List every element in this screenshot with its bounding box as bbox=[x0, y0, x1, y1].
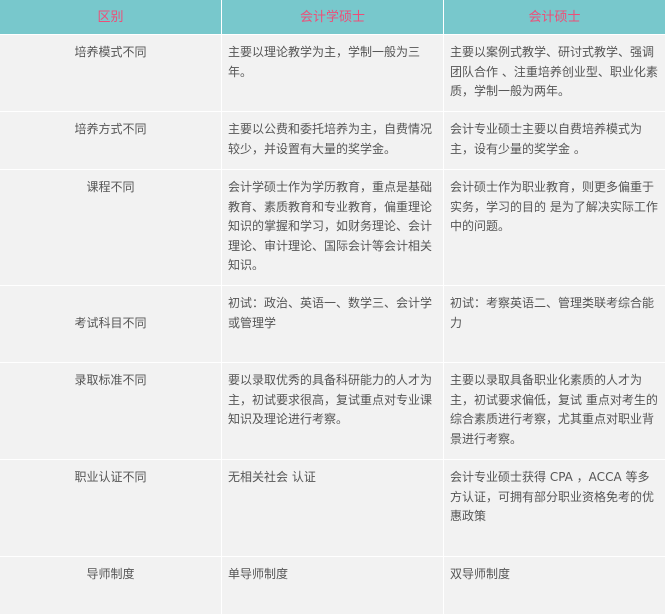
row-professional: 双导师制度 bbox=[444, 557, 665, 615]
row-academic: 主要以公费和委托培养为主，自费情况较少，并设置有大量的奖学金。 bbox=[222, 112, 444, 170]
row-professional: 会计硕士作为职业教育，则更多偏重于实务，学习的目的 是为了解决实际工作中的问题。 bbox=[444, 170, 665, 286]
row-aspect: 培养方式不同 bbox=[0, 112, 222, 170]
row-professional: 会计专业硕士获得 CPA ，ACCA 等多方认证，可拥有部分职业资格免考的优惠政… bbox=[444, 460, 665, 557]
row-aspect: 录取标准不同 bbox=[0, 363, 222, 460]
header-professional-master: 会计硕士 bbox=[444, 0, 665, 35]
row-academic: 初试：政治、英语一、数学三、会计学或管理学 bbox=[222, 286, 444, 363]
header-academic-master: 会计学硕士 bbox=[222, 0, 444, 35]
row-academic: 会计学硕士作为学历教育，重点是基础教育、素质教育和专业教育，偏重理论知识的掌握和… bbox=[222, 170, 444, 286]
row-aspect: 考试科目不同 bbox=[0, 286, 222, 363]
row-professional: 初试：考察英语二、管理类联考综合能力 bbox=[444, 286, 665, 363]
row-academic: 单导师制度 bbox=[222, 557, 444, 615]
row-professional: 会计专业硕士主要以自费培养模式为主，设有少量的奖学金 。 bbox=[444, 112, 665, 170]
row-professional: 主要以录取具备职业化素质的人才为主，初试要求偏低，复试 重点对考生的综合素质进行… bbox=[444, 363, 665, 460]
row-aspect: 培养模式不同 bbox=[0, 35, 222, 112]
row-academic: 无相关社会 认证 bbox=[222, 460, 444, 557]
row-academic: 主要以理论教学为主，学制一般为三年。 bbox=[222, 35, 444, 112]
row-aspect: 导师制度 bbox=[0, 557, 222, 615]
header-aspect: 区别 bbox=[0, 0, 222, 35]
row-professional: 主要以案例式教学、研讨式教学、强调团队合作 、注重培养创业型、职业化素质，学制一… bbox=[444, 35, 665, 112]
row-academic: 要以录取优秀的具备科研能力的人才为主，初试要求很高，复试重点对专业课知识及理论进… bbox=[222, 363, 444, 460]
row-aspect: 职业认证不同 bbox=[0, 460, 222, 557]
row-aspect: 课程不同 bbox=[0, 170, 222, 286]
comparison-table: 区别 会计学硕士 会计硕士 培养模式不同 主要以理论教学为主，学制一般为三年。 … bbox=[0, 0, 665, 615]
